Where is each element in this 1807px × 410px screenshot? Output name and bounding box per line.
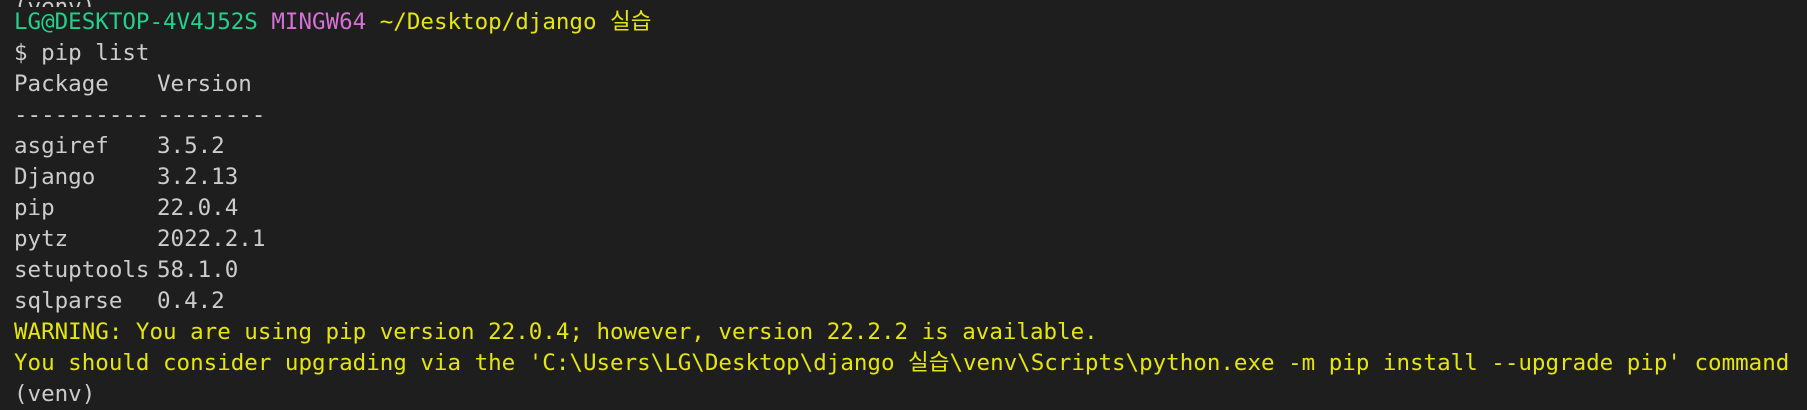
package-table: Package Version ---------- -------- asgire… <box>14 69 1794 317</box>
command-text: pip list <box>41 40 150 66</box>
package-name: sqlparse <box>14 288 123 314</box>
venv-indicator-remnant: (venv) <box>14 0 95 7</box>
previous-line-remnant: (venv) <box>14 0 1794 7</box>
package-name: Django <box>14 164 96 190</box>
header-package: Package <box>14 71 109 97</box>
package-version: 3.2.13 <box>157 164 239 190</box>
package-name: setuptools <box>14 257 150 283</box>
prompt-system: MINGW64 <box>271 9 367 35</box>
package-table-header: Package Version <box>14 69 1794 100</box>
terminal-output[interactable]: (venv) LG@DESKTOP-4V4J52S MINGW64 ~/Desk… <box>14 0 1794 410</box>
venv-indicator: (venv) <box>14 381 96 407</box>
package-version: 22.0.4 <box>157 195 239 221</box>
table-row: Django 3.2.13 <box>14 162 1794 193</box>
package-name: pytz <box>14 226 69 252</box>
pip-warning-line: WARNING: You are using pip version 22.0.… <box>14 319 1098 345</box>
table-row: pytz 2022.2.1 <box>14 224 1794 255</box>
package-version: 2022.2.1 <box>157 226 266 252</box>
package-table-separator: ---------- -------- <box>14 100 1794 131</box>
package-name: asgiref <box>14 133 109 159</box>
shell-prompt: LG@DESKTOP-4V4J52S MINGW64 ~/Desktop/dja… <box>14 7 1794 38</box>
table-row: setuptools 58.1.0 <box>14 255 1794 286</box>
package-version: 58.1.0 <box>157 257 239 283</box>
prompt-path: ~/Desktop/django 실습 <box>379 9 652 35</box>
package-name: pip <box>14 195 55 221</box>
table-row: sqlparse 0.4.2 <box>14 286 1794 317</box>
prompt-symbol: $ <box>14 40 28 66</box>
package-version: 3.5.2 <box>157 133 225 159</box>
command-line: $ pip list <box>14 38 1794 69</box>
separator-version: -------- <box>157 102 266 128</box>
separator-package: ---------- <box>14 102 150 128</box>
table-row: pip 22.0.4 <box>14 193 1794 224</box>
pip-upgrade-hint-line: You should consider upgrading via the 'C… <box>14 350 1794 376</box>
package-version: 0.4.2 <box>157 288 225 314</box>
header-version: Version <box>157 71 252 97</box>
prompt-user-host: LG@DESKTOP-4V4J52S <box>14 9 258 35</box>
table-row: asgiref 3.5.2 <box>14 131 1794 162</box>
